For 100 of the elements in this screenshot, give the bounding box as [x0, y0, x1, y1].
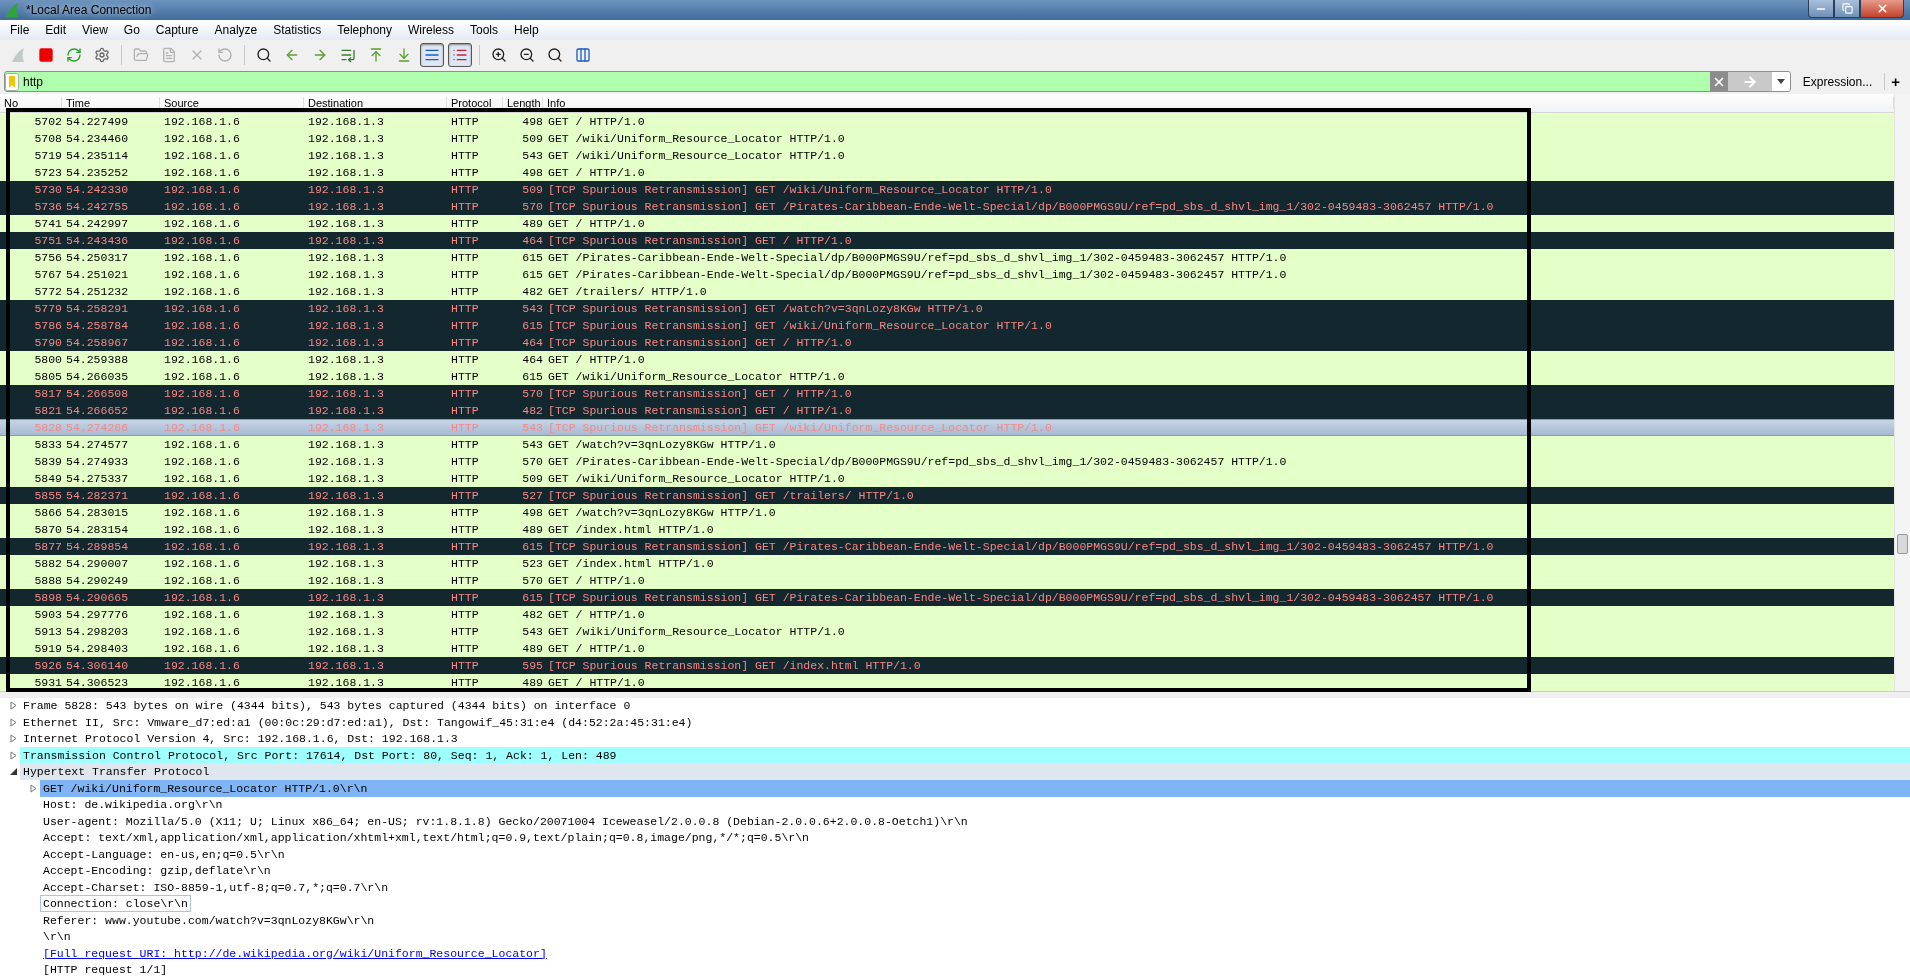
- table-cell-text: GET / HTTP/1.0: [547, 641, 646, 655]
- collapsed-triangle-icon[interactable]: [28, 783, 38, 793]
- column-header[interactable]: Source: [160, 96, 304, 109]
- table-cell-text: 489: [521, 216, 543, 230]
- menu-item[interactable]: Statistics: [265, 22, 330, 37]
- menu-item[interactable]: Help: [506, 22, 547, 37]
- folder-icon: [133, 46, 149, 63]
- menu-item[interactable]: View: [74, 22, 116, 37]
- table-cell-text: 543: [521, 148, 543, 162]
- table-cell-text: 54.306523: [65, 675, 130, 689]
- restore-button[interactable]: [1834, 0, 1860, 18]
- table-cell-text: 192.168.1.6: [163, 335, 241, 349]
- tree-item[interactable]: Accept-Encoding: gzip,deflate\r\n: [40, 862, 274, 880]
- close-button[interactable]: [1860, 0, 1904, 18]
- tree-item[interactable]: Accept: text/xml,application/xml,application/xhtml+xml,text/html;q=0.9,text/plain;q=0.8,image/png,*/*;q=0.5\r\n: [40, 829, 813, 847]
- menu-item[interactable]: Analyze: [206, 22, 266, 37]
- table-cell-text: GET / HTTP/1.0: [547, 114, 646, 128]
- tree-item[interactable]: Host: de.wikipedia.org\r\n: [40, 796, 226, 814]
- table-cell-text: 192.168.1.6: [163, 250, 241, 264]
- column-header[interactable]: Time: [62, 96, 160, 109]
- column-header[interactable]: Destination: [304, 96, 447, 109]
- table-cell-text: 192.168.1.6: [163, 573, 241, 587]
- table-cell-text: 192.168.1.3: [307, 318, 385, 332]
- column-header[interactable]: No: [0, 96, 62, 109]
- table-cell-text: 570: [521, 386, 543, 400]
- table-cell-text: 192.168.1.3: [307, 522, 385, 536]
- link[interactable]: [Full request URI: http://de.wikipedia.org/wiki/Uniform_Resource_Locator]: [40, 944, 550, 962]
- table-cell-text: 615: [521, 590, 543, 604]
- tree-item[interactable]: Ethernet II, Src: Vmware_d7:ed:a1 (00:0c:29:d7:ed:a1), Dst: Tangowif_45:31:e4 (d4:52:2a:45:31:e4): [20, 713, 696, 731]
- table-cell-text: 5882: [33, 556, 62, 570]
- tree-item[interactable]: Frame 5828: 543 bytes on wire (4344 bits), 543 bytes captured (4344 bits) on interface 0: [20, 697, 634, 715]
- menu-item[interactable]: Capture: [147, 22, 207, 37]
- table-cell-text: 5730: [33, 182, 62, 196]
- window-title: *Local Area Connection: [26, 2, 153, 17]
- toolbar-button[interactable]: [420, 42, 444, 67]
- tree-item[interactable]: Transmission Control Protocol, Src Port: 17614, Dst Port: 80, Seq: 1, Ack: 1, Len: 489: [20, 746, 1910, 764]
- table-cell-text: 54.242997: [65, 216, 130, 230]
- table-cell-text: 509: [521, 182, 543, 196]
- table-cell-text: 5772: [33, 284, 62, 298]
- expression-button[interactable]: Expression...: [1796, 74, 1879, 89]
- tree-item[interactable]: \r\n: [40, 928, 74, 946]
- refresh-icon: [66, 46, 82, 63]
- column-header[interactable]: Length: [503, 96, 543, 109]
- scrollbar[interactable]: [1894, 93, 1910, 691]
- tree-item[interactable]: Accept-Charset: ISO-8859-1,utf-8;q=0.7,*;q=0.7\r\n: [40, 878, 392, 896]
- tree-item[interactable]: Accept-Language: en-us,en;q=0.5\r\n: [40, 845, 288, 863]
- tree-item[interactable]: Referer: www.youtube.com/watch?v=3qnLozy8KGw\r\n: [40, 911, 378, 929]
- table-cell-text: HTTP: [450, 488, 480, 502]
- minimize-button[interactable]: [1808, 0, 1834, 18]
- table-cell-text: 54.290249: [65, 573, 130, 587]
- menu-item[interactable]: Edit: [37, 22, 75, 37]
- menu-item[interactable]: File: [2, 22, 38, 37]
- tree-item[interactable]: [HTTP request 1/1]: [40, 961, 171, 978]
- tree-item[interactable]: User-agent: Mozilla/5.0 (X11; U; Linux x86_64; en-US; rv:1.8.1.8) Gecko/20071004 Iceweasel/2.0.0.8 (Debian-2.0.0.6+2.0.0.8-Oetch1)\r\n: [40, 812, 971, 830]
- tree-item[interactable]: Connection: close\r\n: [40, 895, 191, 913]
- table-cell-text: 5931: [33, 675, 62, 689]
- clear-button[interactable]: [1709, 72, 1728, 92]
- table-cell-text: 5898: [33, 590, 62, 604]
- table-cell-text: 54.289854: [65, 539, 130, 553]
- menu-item[interactable]: Go: [115, 22, 148, 37]
- table-cell-text: 489: [521, 675, 543, 689]
- table-cell-text: [TCP Spurious Retransmission] GET /wiki/Uniform_Resource_Locator HTTP/1.0: [547, 318, 1053, 332]
- table-cell-text: 192.168.1.6: [163, 318, 241, 332]
- table-cell-text: GET /wiki/Uniform_Resource_Locator HTTP/1.0: [547, 624, 846, 638]
- table-cell-text: HTTP: [450, 301, 480, 315]
- table-cell-text: 5767: [33, 267, 62, 281]
- table-cell-text: 54.297776: [65, 607, 130, 621]
- scroll-thumb[interactable]: [1897, 533, 1908, 554]
- table-cell-text: 192.168.1.3: [307, 641, 385, 655]
- expanded-triangle-icon[interactable]: [8, 767, 18, 777]
- table-cell-text: 5817: [33, 386, 62, 400]
- menu-item[interactable]: Telephony: [329, 22, 400, 37]
- tree-item[interactable]: Internet Protocol Version 4, Src: 192.168.1.6, Dst: 192.168.1.3: [20, 730, 461, 748]
- filter-input[interactable]: http: [19, 74, 1710, 89]
- table-cell-text: HTTP: [450, 267, 480, 281]
- menu-item[interactable]: Tools: [462, 22, 506, 37]
- table-cell-text: 498: [521, 505, 543, 519]
- table-cell-text: 5866: [33, 505, 62, 519]
- add-filter-button[interactable]: +: [1884, 73, 1906, 91]
- table-cell-text: 192.168.1.3: [307, 216, 385, 230]
- table-cell-text: [TCP Spurious Retransmission] GET /Pirates-Caribbean-Ende-Welt-Special/dp/B000PMGS9U/ref=pd_sbs_d_shvl_img_1/302-0459483-3062457 HTTP/1.0: [547, 199, 1495, 213]
- pane-splitter[interactable]: [0, 690, 1910, 698]
- table-cell-text: 192.168.1.3: [307, 131, 385, 145]
- toolbar-button[interactable]: [448, 42, 472, 67]
- table-cell-text: GET / HTTP/1.0: [547, 573, 646, 587]
- menu-item[interactable]: Wireless: [400, 22, 462, 37]
- table-cell-text: [TCP Spurious Retransmission] GET /Pirates-Caribbean-Ende-Welt-Special/dp/B000PMGS9U/ref=pd_sbs_d_shvl_img_1/302-0459483-3062457 HTTP/1.0: [547, 539, 1495, 553]
- display-filter-field[interactable]: http: [4, 71, 1791, 93]
- table-cell-text: HTTP: [450, 250, 480, 264]
- table-cell-text: 570: [521, 454, 543, 468]
- table-cell-text: 5736: [33, 199, 62, 213]
- zoom-in-icon: [491, 46, 507, 63]
- column-header[interactable]: Protocol: [447, 96, 503, 109]
- table-cell-text: 5786: [33, 318, 62, 332]
- table-cell-text: 192.168.1.3: [307, 505, 385, 519]
- table-cell-text: 192.168.1.3: [307, 539, 385, 553]
- table-cell-text: 192.168.1.6: [163, 556, 241, 570]
- tree-item[interactable]: Hypertext Transfer Protocol: [20, 763, 1910, 781]
- close-icon: [1875, 2, 1889, 15]
- table-cell-text: [TCP Spurious Retransmission] GET / HTTP/1.0: [547, 403, 853, 417]
